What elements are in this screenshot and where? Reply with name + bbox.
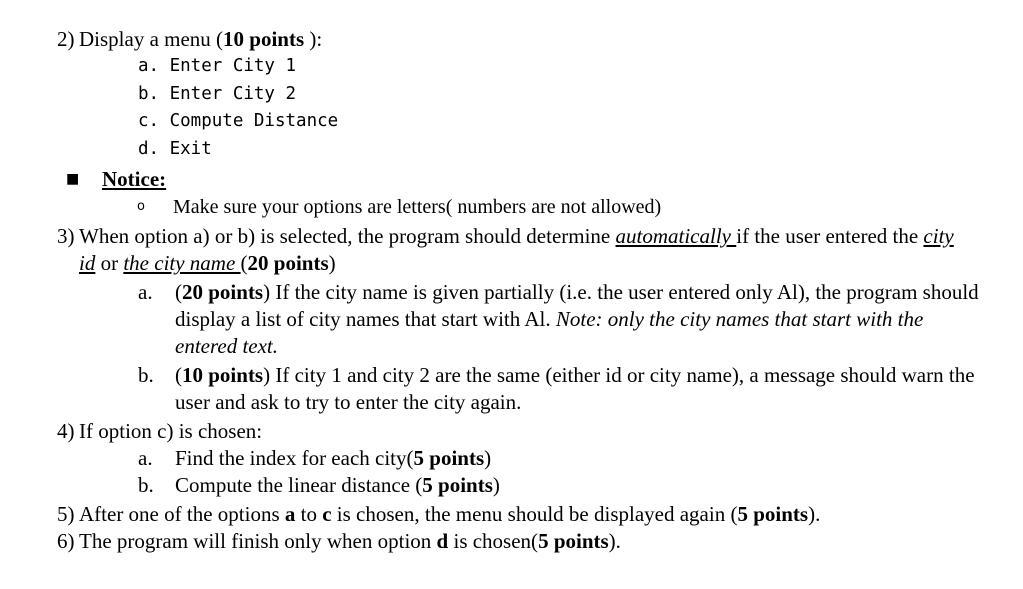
item-3b-paren-open: (	[175, 363, 182, 387]
item-6-seg-5: ).	[608, 529, 621, 553]
notice-sub-item: o Make sure your options are letters( nu…	[137, 193, 1023, 221]
list-marker: 2)	[57, 27, 75, 51]
list-item-3-text: When option a) or b) is selected, the pr…	[79, 223, 974, 277]
menu-option-b: b. Enter City 2	[138, 83, 297, 104]
item-4a-trail-text: )	[484, 446, 492, 470]
filled-square-bullet-icon: ■	[66, 171, 80, 187]
item-3-city-name-emphasis: the city name	[123, 251, 241, 275]
list-item-5: 5) After one of the options a to c is ch…	[57, 501, 1023, 528]
list-marker: b.	[138, 363, 154, 387]
item-3-paren-open: (	[240, 251, 248, 275]
menu-option-c: c. Compute Distance	[138, 111, 339, 131]
list-marker: 3)	[57, 224, 75, 248]
list-marker: a.	[138, 446, 153, 470]
item-3-seg-3: if the user entered the	[736, 224, 924, 248]
item-3a-paren-open: (	[175, 280, 182, 304]
list-item-3b: b. (10 points) If city 1 and city 2 are …	[138, 362, 1023, 416]
notice-sub-text: Make sure your options are letters( numb…	[173, 196, 662, 218]
item-3-points: 20 points	[247, 251, 329, 275]
list-item-4a: a. Find the index for each city(5 points…	[138, 445, 1023, 472]
document-page: 2) Display a menu (10 points ): a. Enter…	[0, 0, 1023, 589]
item-2-lead-text: Display a menu (	[79, 27, 224, 51]
hollow-circle-bullet-icon: o	[137, 199, 145, 214]
list-item-4-text: If option c) is chosen:	[79, 419, 263, 443]
list-marker: 5)	[57, 502, 75, 526]
item-2-points: 10 points	[223, 27, 305, 51]
item-6-points: 5 points	[538, 529, 609, 553]
list-marker: a.	[138, 280, 153, 304]
item-5-seg-3: to	[295, 502, 323, 526]
item-3-seg-5: or	[95, 251, 124, 275]
list-item-6: 6) The program will finish only when opt…	[57, 528, 1023, 555]
item-3-automatically-emphasis: automatically	[615, 224, 737, 248]
list-marker: 4)	[57, 419, 75, 443]
item-3-paren-close: )	[328, 251, 336, 275]
item-4b-points: 5 points	[422, 473, 493, 497]
item-6-seg-1: The program will finish only when option	[79, 529, 437, 553]
item-4b-trail-text: )	[492, 473, 500, 497]
notice-block: ■ Notice:	[66, 165, 1023, 193]
item-5-seg-5: is chosen, the menu should be displayed …	[331, 502, 738, 526]
menu-option-a: a. Enter City 1	[138, 56, 297, 76]
item-3b-points: 10 points	[182, 363, 264, 387]
item-3a-points: 20 points	[182, 280, 264, 304]
item-4a-lead-text: Find the index for each city(	[175, 446, 414, 470]
item-5-option-a: a	[284, 502, 296, 526]
item-5-points: 5 points	[737, 502, 809, 526]
list-item-3b-text: (10 points) If city 1 and city 2 are the…	[175, 362, 987, 416]
item-5-seg-7: ).	[808, 502, 821, 526]
item-3-seg-1: When option a) or b) is selected, the pr…	[79, 224, 616, 248]
item-5-option-c: c	[322, 502, 332, 526]
menu-option-d: d. Exit	[138, 138, 212, 159]
list-item-4b: b. Compute the linear distance (5 points…	[138, 472, 1023, 499]
item-4b-lead-text: Compute the linear distance (	[175, 473, 423, 497]
item-4a-points: 5 points	[413, 446, 485, 470]
list-item-3a-text: (20 points) If the city name is given pa…	[175, 279, 987, 360]
list-item-3a: a. (20 points) If the city name is given…	[138, 279, 1023, 360]
list-item-3: 3) When option a) or b) is selected, the…	[57, 223, 1023, 277]
item-5-seg-1: After one of the options	[79, 502, 285, 526]
item-2-trail-text: ):	[304, 27, 323, 51]
list-marker: 6)	[57, 529, 75, 553]
item-3b-body-text: If city 1 and city 2 are the same (eithe…	[175, 363, 975, 414]
list-item-4a-text: Find the index for each city(5 points)	[175, 445, 987, 472]
list-item-2-text: Display a menu (10 points ):	[79, 26, 974, 53]
item-6-seg-3: is chosen(	[448, 529, 539, 553]
list-item-4: 4) If option c) is chosen:	[57, 418, 1023, 445]
item-6-option-d: d	[436, 529, 449, 553]
list-item-5-text: After one of the options a to c is chose…	[79, 501, 974, 528]
list-item-6-text: The program will finish only when option…	[79, 528, 974, 555]
notice-label: Notice:	[102, 167, 167, 191]
list-marker: b.	[138, 473, 154, 497]
list-item-4b-text: Compute the linear distance (5 points)	[175, 472, 987, 499]
list-item-2: 2) Display a menu (10 points ):	[57, 26, 1023, 53]
